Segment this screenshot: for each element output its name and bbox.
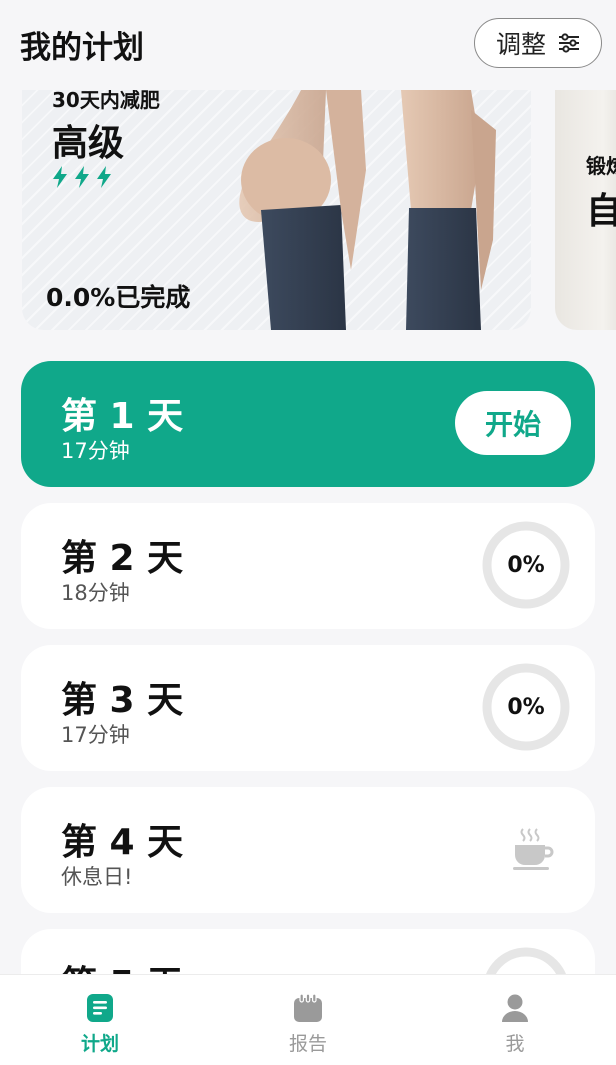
day-title: 第 2 天 — [61, 538, 184, 579]
day-duration: 18分钟 — [61, 581, 130, 605]
plan-carousel[interactable]: 30天内减肥 高级 0.0%已完成 锻炼 自 — [0, 90, 616, 330]
rest-day-label: 休息日! — [61, 865, 133, 889]
coffee-cup-icon — [513, 828, 554, 870]
bolt-icon — [97, 166, 111, 188]
adjust-button[interactable]: 调整 — [474, 18, 602, 68]
plan-subtitle: 锻炼 — [586, 154, 616, 178]
day-card-3[interactable]: 第 3 天 17分钟 0% — [21, 645, 595, 771]
day-card-1[interactable]: 第 1 天 17分钟 开始 — [21, 361, 595, 487]
tab-report[interactable]: 报告 — [248, 993, 368, 1059]
plan-card-weight-loss[interactable]: 30天内减肥 高级 0.0%已完成 — [22, 90, 531, 330]
bottom-tab-bar: 计划 报告 我 — [0, 975, 616, 1065]
plan-progress-text: 0.0%已完成 — [46, 283, 191, 312]
day-card-2[interactable]: 第 2 天 18分钟 0% — [21, 503, 595, 629]
person-icon — [502, 994, 528, 1022]
plan-card-next[interactable]: 锻炼 自 — [555, 90, 616, 330]
start-button[interactable]: 开始 — [455, 391, 571, 455]
day-card-4[interactable]: 第 4 天 休息日! — [21, 787, 595, 913]
difficulty-bolts — [52, 166, 112, 188]
day-title: 第 1 天 — [61, 396, 184, 437]
before-after-photo — [239, 90, 496, 330]
plan-level: 自 — [586, 191, 616, 232]
tab-label: 报告 — [288, 1033, 327, 1055]
calendar-icon — [294, 993, 322, 1022]
tab-plan[interactable]: 计划 — [40, 993, 160, 1059]
tab-label: 计划 — [80, 1033, 119, 1055]
page-title: 我的计划 — [20, 30, 144, 66]
tab-me[interactable]: 我 — [455, 993, 575, 1059]
plan-icon — [87, 994, 113, 1022]
top-bar: 我的计划 调整 — [0, 0, 616, 90]
day-title: 第 3 天 — [61, 680, 184, 721]
day-duration: 17分钟 — [61, 723, 130, 747]
progress-percent: 0% — [507, 552, 545, 578]
bolt-icon — [53, 166, 67, 188]
adjust-label: 调整 — [495, 30, 546, 59]
sliders-icon — [559, 33, 579, 53]
day-duration: 17分钟 — [61, 439, 130, 463]
progress-percent: 0% — [507, 694, 545, 720]
tab-label: 我 — [505, 1033, 525, 1055]
plan-level: 高级 — [52, 123, 125, 164]
day-title: 第 4 天 — [61, 822, 184, 863]
bolt-icon — [75, 166, 89, 188]
plan-subtitle: 30天内减肥 — [52, 90, 160, 112]
